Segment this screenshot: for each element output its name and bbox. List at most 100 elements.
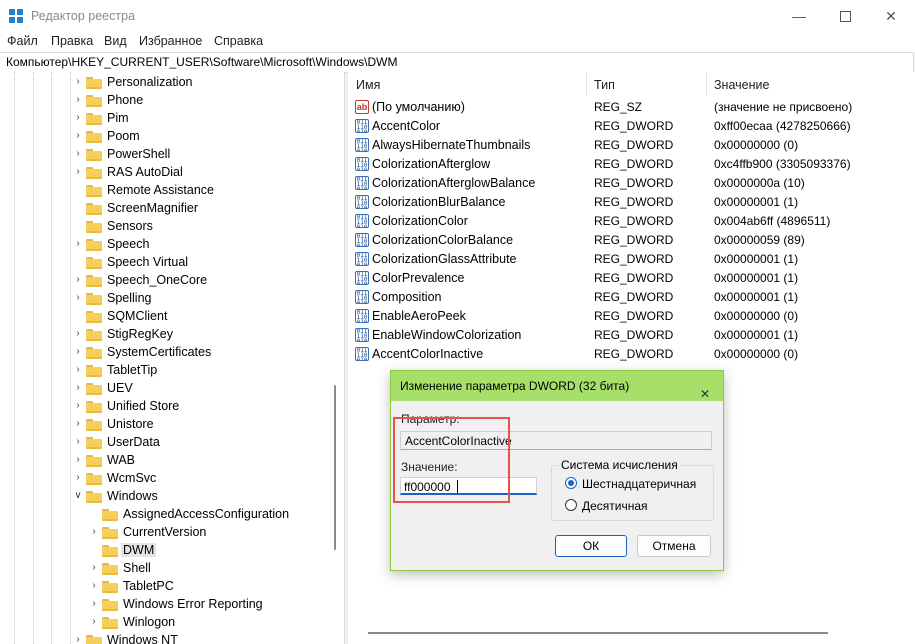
value-row[interactable]: ab (По умолчанию) REG_SZ (значение не присв…	[348, 98, 915, 117]
tree-item[interactable]: Remote Assistance	[0, 182, 330, 200]
tree-item[interactable]: › RAS AutoDial	[0, 164, 330, 182]
chevron-right-icon[interactable]: ›	[73, 76, 83, 88]
tree-item-label[interactable]: Poom	[107, 129, 140, 143]
tree-item[interactable]: › WcmSvc	[0, 470, 330, 488]
menu-edit[interactable]: Правка	[51, 34, 93, 48]
radio-hex-label[interactable]: Шестнадцатеричная	[582, 477, 696, 491]
menu-view[interactable]: Вид	[104, 34, 127, 48]
tree-item-label[interactable]: Windows Error Reporting	[123, 597, 263, 611]
value-row[interactable]: 011 110 010 ColorPrevalence REG_DWORD 0x00000…	[348, 269, 915, 288]
chevron-right-icon[interactable]: ›	[73, 400, 83, 412]
tree-item-label[interactable]: UserData	[107, 435, 160, 449]
tree-item-label[interactable]: PowerShell	[107, 147, 170, 161]
tree-item[interactable]: ∨ Windows	[0, 488, 330, 506]
column-header-value[interactable]: Значение	[714, 78, 769, 92]
chevron-down-icon[interactable]: ∨	[73, 490, 83, 502]
tree-item-label[interactable]: Shell	[123, 561, 151, 575]
tree-item-label[interactable]: Windows NT	[107, 633, 178, 644]
tree-item[interactable]: › Shell	[0, 560, 330, 578]
tree-item[interactable]: AssignedAccessConfiguration	[0, 506, 330, 524]
chevron-right-icon[interactable]: ›	[89, 616, 99, 628]
tree-item-label[interactable]: Unistore	[107, 417, 154, 431]
tree-item-label[interactable]: AssignedAccessConfiguration	[123, 507, 289, 521]
tree-item[interactable]: › Windows NT	[0, 632, 330, 644]
tree-scrollbar[interactable]	[331, 72, 339, 644]
chevron-right-icon[interactable]: ›	[89, 580, 99, 592]
chevron-right-icon[interactable]: ›	[73, 382, 83, 394]
chevron-right-icon[interactable]: ›	[73, 238, 83, 250]
minimize-button[interactable]: —	[776, 0, 822, 32]
chevron-right-icon[interactable]: ›	[73, 436, 83, 448]
ok-button[interactable]: ОК	[555, 535, 627, 557]
tree-item-label[interactable]: WcmSvc	[107, 471, 156, 485]
radio-hex[interactable]	[565, 477, 577, 489]
chevron-right-icon[interactable]: ›	[73, 364, 83, 376]
tree-item[interactable]: › Phone	[0, 92, 330, 110]
tree-item-label[interactable]: Pim	[107, 111, 129, 125]
chevron-right-icon[interactable]: ›	[73, 112, 83, 124]
tree-item-label[interactable]: UEV	[107, 381, 133, 395]
radio-dec-label[interactable]: Десятичная	[582, 499, 648, 513]
tree-item[interactable]: › StigRegKey	[0, 326, 330, 344]
tree-item[interactable]: › Spelling	[0, 290, 330, 308]
chevron-right-icon[interactable]: ›	[73, 634, 83, 644]
tree-item[interactable]: Sensors	[0, 218, 330, 236]
address-bar[interactable]: Компьютер\HKEY_CURRENT_USER\Software\Mic…	[0, 52, 914, 73]
value-row[interactable]: 011 110 010 ColorizationGlassAttribute REG_D…	[348, 250, 915, 269]
tree-item[interactable]: › Unistore	[0, 416, 330, 434]
value-row[interactable]: 011 110 010 ColorizationAfterglow REG_DWORD 0…	[348, 155, 915, 174]
tree-item-label[interactable]: TabletPC	[123, 579, 174, 593]
tree-item-label[interactable]: Sensors	[107, 219, 153, 233]
tree-item[interactable]: DWM	[0, 542, 330, 560]
menu-file[interactable]: Файл	[7, 34, 38, 48]
tree-item-label[interactable]: Spelling	[107, 291, 151, 305]
tree-item[interactable]: › UEV	[0, 380, 330, 398]
tree-item-label[interactable]: CurrentVersion	[123, 525, 206, 539]
column-header-type[interactable]: Тип	[594, 78, 615, 92]
chevron-right-icon[interactable]: ›	[73, 274, 83, 286]
chevron-right-icon[interactable]: ›	[73, 292, 83, 304]
tree-item[interactable]: › Unified Store	[0, 398, 330, 416]
tree-item[interactable]: › Pim	[0, 110, 330, 128]
tree-item-label[interactable]: Speech Virtual	[107, 255, 188, 269]
value-row[interactable]: 011 110 010 ColorizationColorBalance REG_DWO…	[348, 231, 915, 250]
chevron-right-icon[interactable]: ›	[89, 562, 99, 574]
value-row[interactable]: 011 110 010 EnableAeroPeek REG_DWORD 0x000000…	[348, 307, 915, 326]
value-row[interactable]: 011 110 010 AccentColor REG_DWORD 0xff00ecaa …	[348, 117, 915, 136]
tree-item-label[interactable]: Personalization	[107, 75, 192, 89]
tree-item[interactable]: SQMClient	[0, 308, 330, 326]
tree-item-label[interactable]: Remote Assistance	[107, 183, 214, 197]
tree-item[interactable]: › CurrentVersion	[0, 524, 330, 542]
chevron-right-icon[interactable]: ›	[73, 166, 83, 178]
menu-help[interactable]: Справка	[214, 34, 263, 48]
tree-item[interactable]: › TabletTip	[0, 362, 330, 380]
dialog-close-button[interactable]: ✕	[691, 371, 723, 401]
maximize-button[interactable]	[822, 0, 868, 32]
value-row[interactable]: 011 110 010 Composition REG_DWORD 0x00000001 …	[348, 288, 915, 307]
value-row[interactable]: 011 110 010 AccentColorInactive REG_DWORD 0x0…	[348, 345, 915, 364]
tree-item-label[interactable]: SystemCertificates	[107, 345, 211, 359]
tree-scrollbar-thumb[interactable]	[334, 385, 336, 550]
tree-item-label[interactable]: WAB	[107, 453, 135, 467]
tree-item[interactable]: › Poom	[0, 128, 330, 146]
cancel-button[interactable]: Отмена	[637, 535, 711, 557]
column-separator[interactable]	[706, 72, 707, 96]
tree-item[interactable]: ScreenMagnifier	[0, 200, 330, 218]
value-row[interactable]: 011 110 010 AlwaysHibernateThumbnails REG_DW…	[348, 136, 915, 155]
value-row[interactable]: 011 110 010 EnableWindowColorization REG_DWO…	[348, 326, 915, 345]
tree-item[interactable]: › PowerShell	[0, 146, 330, 164]
value-row[interactable]: 011 110 010 ColorizationBlurBalance REG_DWOR…	[348, 193, 915, 212]
chevron-right-icon[interactable]: ›	[73, 94, 83, 106]
tree-item-label[interactable]: TabletTip	[107, 363, 157, 377]
key-tree-pane[interactable]: › Personalization › Phone › Pim › Poom › PowerShe…	[0, 72, 345, 644]
column-separator[interactable]	[586, 72, 587, 96]
chevron-right-icon[interactable]: ›	[89, 526, 99, 538]
tree-item-label[interactable]: Windows	[107, 489, 158, 503]
chevron-right-icon[interactable]: ›	[73, 328, 83, 340]
value-row[interactable]: 011 110 010 ColorizationAfterglowBalance REG…	[348, 174, 915, 193]
menu-favorites[interactable]: Избранное	[139, 34, 202, 48]
tree-item-label[interactable]: DWM	[121, 543, 157, 557]
tree-item[interactable]: › Windows Error Reporting	[0, 596, 330, 614]
tree-item-label[interactable]: StigRegKey	[107, 327, 173, 341]
chevron-right-icon[interactable]: ›	[73, 454, 83, 466]
